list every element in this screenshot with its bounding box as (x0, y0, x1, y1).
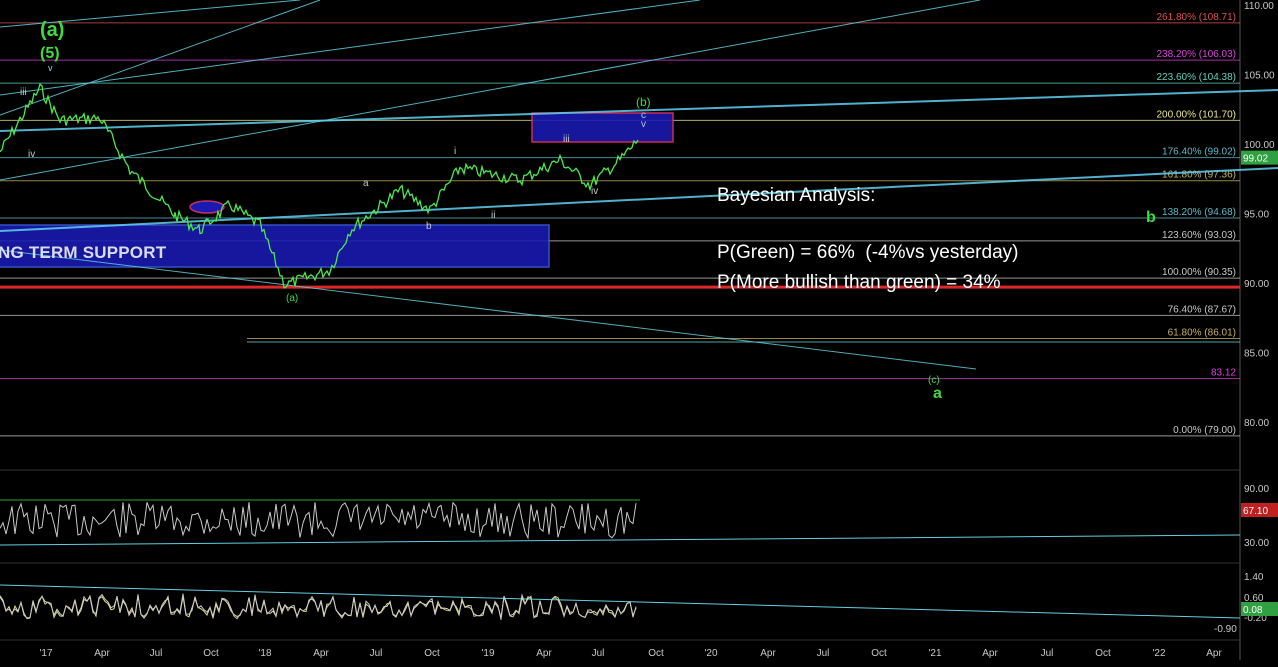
wave-label: ii (491, 210, 495, 221)
wave-label: iv (28, 149, 35, 160)
fib-label: 238.20% (106.03) (1156, 49, 1236, 60)
wave-label: iii (20, 87, 27, 98)
time-tick-label: Jul (150, 648, 163, 659)
fib-label: 76.40% (87.67) (1168, 304, 1236, 315)
bayesian-p-bullish: P(More bullish than green) = 34% (717, 272, 1001, 293)
fib-label: 83.12 (1211, 368, 1236, 379)
macd-last-label: 0.08 (1243, 605, 1263, 616)
trend-line (0, 0, 701, 96)
rsi-tick-label: 30.00 (1244, 538, 1269, 549)
wave-label: iv (591, 186, 598, 197)
rsi-trend-line (0, 534, 1241, 546)
trend-line (0, 249, 977, 370)
time-tick-label: '22 (1152, 648, 1165, 659)
rsi-series-line (0, 501, 637, 540)
wave-label: v (48, 63, 53, 73)
wave-label: v (641, 119, 646, 130)
time-tick-label: Oct (424, 648, 440, 659)
price-tick-label: 110.00 (1244, 1, 1274, 12)
trend-line (0, 0, 981, 181)
price-tick-label: 105.00 (1244, 71, 1275, 82)
bayesian-p-green: P(Green) = 66% (-4%vs yesterday) (717, 242, 1019, 263)
target-zone-box (531, 112, 674, 143)
price-tick-label: 85.00 (1244, 349, 1269, 360)
fib-label: 0.00% (79.00) (1173, 425, 1236, 436)
time-tick-label: Apr (94, 648, 110, 659)
macd-tick-label: -0.90 (1214, 624, 1237, 635)
time-tick-label: '19 (481, 648, 494, 659)
time-tick-label: Oct (871, 648, 887, 659)
rsi-tick-label: 90.00 (1244, 484, 1269, 495)
time-tick-label: Apr (313, 648, 329, 659)
time-tick-label: Jul (592, 648, 605, 659)
rsi-last-label: 67.10 (1243, 506, 1268, 517)
fib-label: 261.80% (108.71) (1156, 12, 1236, 23)
price-tick-label: 100.00 (1244, 140, 1275, 151)
wave-label: (a) (286, 293, 298, 304)
wave-label: b (426, 221, 432, 232)
fib-label: 223.60% (104.38) (1156, 72, 1236, 83)
price-tick-label: 80.00 (1244, 418, 1269, 429)
price-tick-label: 95.00 (1244, 210, 1269, 221)
long-term-support-label: NG TERM SUPPORT (0, 243, 167, 262)
time-tick-label: Apr (982, 648, 998, 659)
time-tick-label: Oct (203, 648, 219, 659)
time-tick-label: Jul (817, 648, 830, 659)
wave-label: i (454, 146, 456, 157)
time-tick-label: '21 (928, 648, 941, 659)
time-tick-label: '20 (704, 648, 717, 659)
wave-label: a (933, 385, 942, 402)
wave-label: a (363, 178, 369, 189)
last-price-label: 99.02 (1243, 154, 1268, 165)
fib-label: 200.00% (101.70) (1156, 109, 1236, 120)
fib-label: 176.40% (99.02) (1162, 147, 1236, 158)
wave-label: b (1146, 209, 1156, 226)
trend-line (0, 167, 1278, 232)
wave-label: (5) (40, 45, 60, 62)
time-tick-label: '18 (258, 648, 271, 659)
time-tick-label: Oct (648, 648, 664, 659)
macd-tick-label: 1.40 (1244, 572, 1264, 583)
wave-label: iii (563, 134, 570, 145)
time-tick-label: '17 (39, 648, 52, 659)
fib-label: 138.20% (94.68) (1162, 207, 1236, 218)
time-tick-label: Apr (536, 648, 552, 659)
fib-label: 123.60% (93.03) (1162, 230, 1236, 241)
time-tick-label: Apr (1206, 648, 1222, 659)
fib-label: 61.80% (86.01) (1168, 327, 1236, 338)
time-tick-label: Apr (760, 648, 776, 659)
wave-label: (a) (40, 19, 64, 41)
support-oval (189, 200, 225, 214)
wave-label: (b) (636, 95, 651, 109)
bayesian-title: Bayesian Analysis: (717, 185, 876, 206)
time-tick-label: Jul (370, 648, 383, 659)
fib-label: 100.00% (90.35) (1162, 267, 1236, 278)
time-tick-label: Oct (1095, 648, 1111, 659)
time-tick-label: Jul (1041, 648, 1054, 659)
price-chart: 261.80% (108.71) 238.20% (106.03) 223.60% … (0, 0, 1278, 660)
price-tick-label: 90.00 (1244, 279, 1269, 290)
